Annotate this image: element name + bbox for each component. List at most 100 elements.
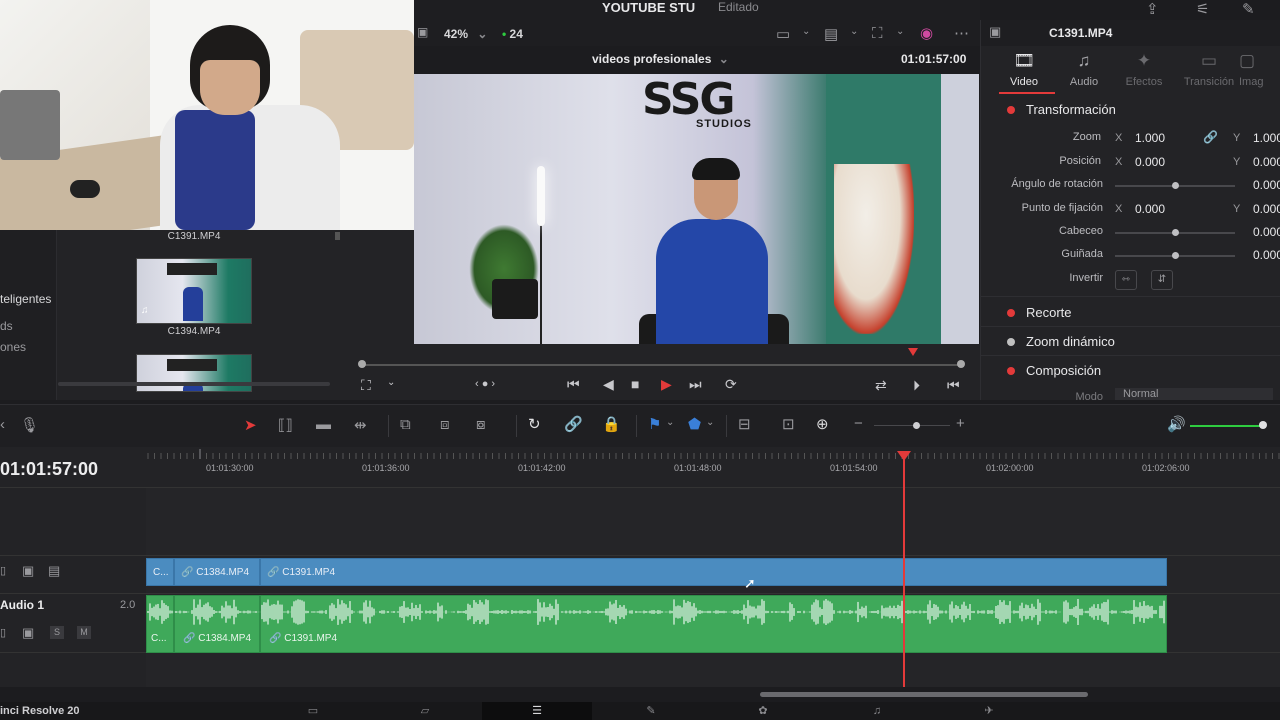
auto-select-icon[interactable]: ▤ xyxy=(48,563,60,579)
timeline-area[interactable]: 01:01:30:00 01:01:36:00 01:01:42:00 01:0… xyxy=(146,447,1280,687)
sidebar-item-smart-bins[interactable]: teligentes xyxy=(0,292,51,306)
zoom-in-icon[interactable]: + xyxy=(956,415,965,432)
section-transform[interactable]: Transformación xyxy=(1026,102,1116,117)
match-frame-icon[interactable]: ⇄ xyxy=(875,377,887,394)
sidebar-item-ds[interactable]: ds xyxy=(0,319,13,333)
playhead[interactable] xyxy=(903,453,905,687)
chevron-down-icon[interactable]: ⌄ xyxy=(666,417,674,428)
zoom-full-icon[interactable]: ⊟ xyxy=(738,415,751,433)
tab-transition[interactable]: ▭ Transición xyxy=(1179,46,1239,88)
settings-icon[interactable]: ✎ xyxy=(1242,0,1255,18)
play-icon[interactable]: ▶ xyxy=(661,376,672,393)
solo-button[interactable]: S xyxy=(50,626,64,639)
microphone-icon[interactable]: 🎙 xyxy=(20,416,39,434)
tab-effects[interactable]: ✦ Efectos xyxy=(1114,46,1174,88)
mute-button[interactable]: M xyxy=(77,626,91,639)
video-clip[interactable]: 🔗 C1391.MP4 xyxy=(260,558,1167,586)
video-clip[interactable]: C... xyxy=(146,558,174,586)
timeline-zoom-knob[interactable] xyxy=(913,422,920,429)
panel-toggle-icon[interactable]: ▣ xyxy=(417,25,428,39)
chevron-left-icon[interactable]: ‹ xyxy=(0,416,5,433)
tab-video[interactable]: 🎞 Video xyxy=(994,46,1054,88)
scrubber-playhead[interactable] xyxy=(908,348,918,356)
flip-horizontal-icon[interactable]: ⇿ xyxy=(1115,270,1137,290)
jog-control-icon[interactable]: ‹ ● › xyxy=(475,378,495,390)
more-options-icon[interactable]: ⋯ xyxy=(954,24,969,42)
zoom-out-icon[interactable]: − xyxy=(854,415,863,432)
cut-page-icon[interactable]: ▱ xyxy=(370,702,480,720)
yaw-slider-knob[interactable] xyxy=(1172,252,1179,259)
deliver-page-icon[interactable]: ✈ xyxy=(934,702,1044,720)
position-x-field[interactable]: 0.000 xyxy=(1135,155,1165,169)
volume-slider[interactable] xyxy=(1190,425,1262,427)
chevron-down-icon[interactable]: ⌄ xyxy=(896,26,904,37)
scrubber-track[interactable] xyxy=(361,364,961,366)
color-page-icon[interactable]: ✿ xyxy=(708,702,818,720)
stop-icon[interactable]: ■ xyxy=(631,376,639,392)
transform-enable-toggle[interactable] xyxy=(1007,106,1015,114)
skip-to-end-icon[interactable]: ⏭ xyxy=(689,376,702,393)
mixer-icon[interactable]: ⚟ xyxy=(1196,0,1209,18)
tab-image[interactable]: ▢ Imag xyxy=(1239,46,1280,88)
loop-icon[interactable]: ⟳ xyxy=(725,376,737,393)
viewer-zoom-select[interactable]: 42% ⌄ xyxy=(444,27,487,41)
sidebar-item-ones[interactable]: ones xyxy=(0,340,26,354)
zoom-y-field[interactable]: 1.000 xyxy=(1253,131,1280,145)
scrubber-in-handle[interactable] xyxy=(358,360,366,368)
tab-audio[interactable]: ♫ Audio xyxy=(1054,46,1114,88)
overwrite-clip-icon[interactable]: ⧈ xyxy=(440,416,450,433)
scrubber-out-handle[interactable] xyxy=(957,360,965,368)
transform-icon[interactable]: ⛶ xyxy=(872,25,883,42)
zoom-detail-icon[interactable]: ⊡ xyxy=(782,415,795,433)
zoom-custom-icon[interactable]: ⊕ xyxy=(816,415,829,433)
media-pool-scrollbar[interactable] xyxy=(335,232,340,240)
marker-icon[interactable]: ⬟ xyxy=(688,415,701,433)
rotation-slider-knob[interactable] xyxy=(1172,182,1179,189)
pitch-field[interactable]: 0.000 xyxy=(1253,225,1280,239)
position-y-field[interactable]: 0.000 xyxy=(1253,155,1280,169)
edit-page-icon[interactable]: ☰ xyxy=(482,702,592,720)
crop-enable-toggle[interactable] xyxy=(1007,309,1015,317)
section-composite[interactable]: Composición xyxy=(1026,363,1101,378)
snapping-icon[interactable]: ↻ xyxy=(528,415,541,433)
section-crop[interactable]: Recorte xyxy=(1026,305,1072,320)
viewer-mode-icon[interactable]: ▤ xyxy=(824,25,838,43)
volume-icon[interactable]: 🔊 xyxy=(1167,415,1186,433)
crop-tool-icon[interactable]: ⛶ xyxy=(361,377,371,394)
viewer-clip-select[interactable]: videos profesionales ⌄ xyxy=(592,52,729,66)
prev-edit-icon[interactable]: ⏮ xyxy=(947,377,960,394)
zoom-x-field[interactable]: 1.000 xyxy=(1135,131,1165,145)
trim-tool-icon[interactable]: ⟦⟧ xyxy=(278,416,293,434)
composite-mode-select[interactable]: Normal xyxy=(1115,388,1273,400)
clip-thumbnail[interactable] xyxy=(136,354,252,392)
dynamic-trim-icon[interactable]: ▬ xyxy=(316,416,331,433)
chevron-down-icon[interactable]: ⌄ xyxy=(706,417,714,428)
rotation-field[interactable]: 0.000 xyxy=(1253,178,1280,192)
volume-slider-knob[interactable] xyxy=(1259,421,1267,429)
timeline-hscroll[interactable] xyxy=(760,692,1088,697)
yaw-field[interactable]: 0.000 xyxy=(1253,248,1280,262)
pitch-slider-knob[interactable] xyxy=(1172,229,1179,236)
viewer-video-frame[interactable]: SSG STUDIOS xyxy=(414,74,979,344)
composite-enable-toggle[interactable] xyxy=(1007,367,1015,375)
fusion-page-icon[interactable]: ✎ xyxy=(596,702,706,720)
clip-thumbnail[interactable]: ♫ xyxy=(136,258,252,324)
anchor-x-field[interactable]: 0.000 xyxy=(1135,202,1165,216)
chevron-down-icon[interactable]: ⌄ xyxy=(387,377,395,388)
media-page-icon[interactable]: ▭ xyxy=(258,702,368,720)
media-pool-hscroll[interactable] xyxy=(58,382,330,386)
flag-icon[interactable]: ⚑ xyxy=(648,415,661,433)
timeline-ruler[interactable]: 01:01:30:00 01:01:36:00 01:01:42:00 01:0… xyxy=(146,447,1280,488)
link-icon[interactable]: 🔗 xyxy=(1203,130,1218,144)
linked-selection-icon[interactable]: 🔗 xyxy=(564,415,583,433)
video-clip[interactable]: 🔗 C1384.MP4 xyxy=(174,558,260,586)
audio-track-name[interactable]: Audio 1 xyxy=(0,598,44,612)
audio-track-enable-icon[interactable]: ▣ xyxy=(22,625,34,641)
section-dynamic-zoom[interactable]: Zoom dinámico xyxy=(1026,334,1115,349)
fairlight-page-icon[interactable]: ♫ xyxy=(822,702,932,720)
lock-icon[interactable]: 🔒 xyxy=(602,415,621,433)
timeline-zoom-slider[interactable] xyxy=(874,425,950,426)
blade-tool-icon[interactable]: ⇹ xyxy=(354,416,367,434)
color-wheel-icon[interactable]: ◉ xyxy=(920,24,933,42)
skip-to-start-icon[interactable]: ⏮ xyxy=(567,376,580,393)
